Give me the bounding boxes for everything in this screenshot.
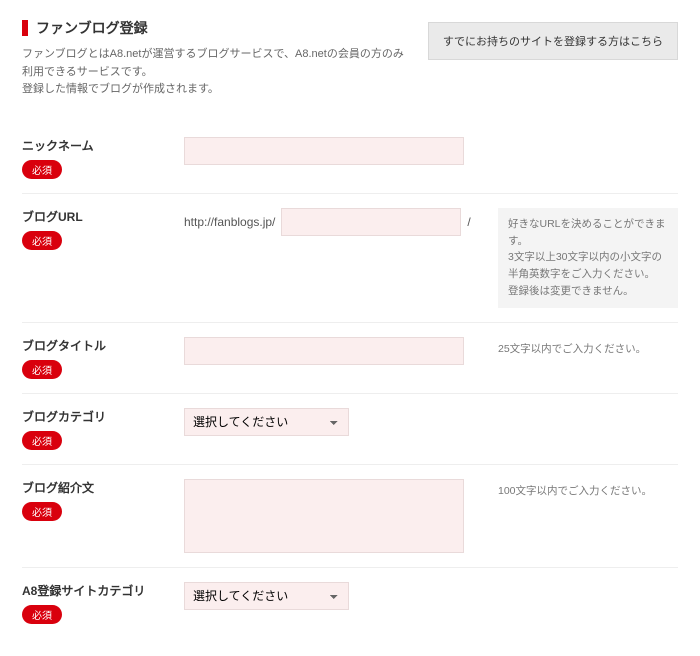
label-a8-category: A8登録サイトカテゴリ: [22, 582, 172, 599]
row-a8-category: A8登録サイトカテゴリ 必須 選択してください: [22, 568, 678, 638]
blog-url-input[interactable]: [281, 208, 461, 236]
title-accent-bar: [22, 20, 28, 36]
required-badge: 必須: [22, 605, 62, 624]
row-blog-category: ブログカテゴリ 必須 選択してください: [22, 394, 678, 465]
label-blog-title: ブログタイトル: [22, 337, 172, 354]
row-nickname: ニックネーム 必須: [22, 123, 678, 194]
hint-blog-url: 好きなURLを決めることができます。 3文字以上30文字以内の小文字の半角英数字…: [498, 208, 678, 308]
blog-title-input[interactable]: [184, 337, 464, 365]
label-blog-intro: ブログ紹介文: [22, 479, 172, 496]
header-row: ファンブログ登録 ファンブログとはA8.netが運営するブログサービスで、A8.…: [22, 18, 678, 99]
label-nickname: ニックネーム: [22, 137, 172, 154]
nickname-input[interactable]: [184, 137, 464, 165]
page-subtitle: ファンブログとはA8.netが運営するブログサービスで、A8.netの会員の方の…: [22, 46, 412, 99]
row-blog-url: ブログURL 必須 http://fanblogs.jp/ / 好きなURLを決…: [22, 194, 678, 323]
required-badge: 必須: [22, 231, 62, 250]
required-badge: 必須: [22, 160, 62, 179]
required-badge: 必須: [22, 360, 62, 379]
page-title: ファンブログ登録: [22, 18, 412, 38]
row-blog-intro: ブログ紹介文 必須 100文字以内でご入力ください。: [22, 465, 678, 568]
label-blog-url: ブログURL: [22, 208, 172, 225]
a8-category-select[interactable]: 選択してください: [184, 582, 349, 610]
blog-category-select[interactable]: 選択してください: [184, 408, 349, 436]
existing-site-button[interactable]: すでにお持ちのサイトを登録する方はこちら: [428, 22, 678, 60]
url-suffix: /: [467, 215, 470, 229]
required-badge: 必須: [22, 431, 62, 450]
required-badge: 必須: [22, 502, 62, 521]
hint-blog-intro: 100文字以内でご入力ください。: [498, 479, 678, 500]
page-title-text: ファンブログ登録: [36, 18, 148, 38]
url-prefix: http://fanblogs.jp/: [184, 215, 275, 229]
title-block: ファンブログ登録 ファンブログとはA8.netが運営するブログサービスで、A8.…: [22, 18, 412, 99]
row-blog-title: ブログタイトル 必須 25文字以内でご入力ください。: [22, 323, 678, 394]
hint-blog-title: 25文字以内でご入力ください。: [498, 337, 678, 358]
label-blog-category: ブログカテゴリ: [22, 408, 172, 425]
blog-intro-textarea[interactable]: [184, 479, 464, 553]
